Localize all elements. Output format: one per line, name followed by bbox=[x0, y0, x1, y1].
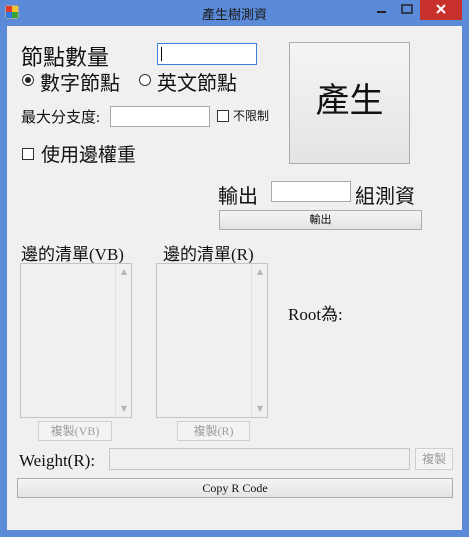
scroll-up-icon[interactable]: ▲ bbox=[252, 265, 268, 279]
scroll-down-icon[interactable]: ▼ bbox=[116, 402, 132, 416]
maximize-icon bbox=[401, 4, 413, 14]
generate-button[interactable]: 產生 bbox=[289, 42, 410, 164]
english-nodes-radio[interactable] bbox=[139, 74, 151, 86]
vb-list-label: 邊的清單(VB) bbox=[21, 245, 124, 264]
scroll-down-icon[interactable]: ▼ bbox=[252, 402, 268, 416]
minimize-icon bbox=[377, 11, 386, 13]
client-area: 節點數量 數字節點 英文節點 最大分支度: 不限制 使用邊權重 產生 輸出 組測… bbox=[7, 26, 462, 530]
r-scrollbar[interactable]: ▲ ▼ bbox=[251, 264, 267, 417]
app-window: 產生樹測資 節點數量 數字節點 英文節點 最大分支度: 不限制 使用邊權重 產生… bbox=[0, 0, 469, 537]
numeric-nodes-radio[interactable] bbox=[22, 74, 34, 86]
radio-selected-dot bbox=[25, 77, 31, 83]
vb-scrollbar[interactable]: ▲ ▼ bbox=[115, 264, 131, 417]
node-count-input[interactable] bbox=[157, 43, 257, 65]
output-button[interactable]: 輸出 bbox=[219, 210, 422, 230]
max-branch-label: 最大分支度: bbox=[21, 110, 101, 126]
scroll-up-icon[interactable]: ▲ bbox=[116, 265, 132, 279]
minimize-button[interactable] bbox=[368, 0, 394, 20]
close-button[interactable] bbox=[420, 0, 462, 20]
vb-edge-listbox[interactable]: ▲ ▼ bbox=[20, 263, 132, 418]
unlimited-label[interactable]: 不限制 bbox=[233, 107, 269, 124]
output-suffix-label: 組測資 bbox=[355, 186, 415, 208]
copy-weight-button[interactable]: 複製 bbox=[415, 448, 453, 470]
title-bar[interactable]: 產生樹測資 bbox=[0, 0, 469, 26]
use-weight-label[interactable]: 使用邊權重 bbox=[41, 140, 136, 167]
close-icon bbox=[436, 4, 446, 14]
maximize-button[interactable] bbox=[394, 0, 420, 20]
copy-r-button[interactable]: 複製(R) bbox=[177, 421, 250, 441]
text-cursor bbox=[161, 47, 162, 61]
weight-input[interactable] bbox=[109, 448, 410, 470]
r-edge-listbox[interactable]: ▲ ▼ bbox=[156, 263, 268, 418]
output-prefix-label: 輸出 bbox=[218, 186, 258, 208]
root-label: Root為: bbox=[288, 305, 343, 324]
english-nodes-label[interactable]: 英文節點 bbox=[157, 67, 237, 96]
max-branch-input[interactable] bbox=[110, 106, 210, 127]
output-count-input[interactable] bbox=[271, 181, 351, 202]
numeric-nodes-label[interactable]: 數字節點 bbox=[40, 67, 120, 96]
weight-label: Weight(R): bbox=[19, 451, 96, 470]
r-list-label: 邊的清單(R) bbox=[163, 245, 254, 264]
unlimited-checkbox[interactable] bbox=[217, 110, 229, 122]
use-weight-checkbox[interactable] bbox=[22, 148, 34, 160]
copy-vb-button[interactable]: 複製(VB) bbox=[38, 421, 112, 441]
copy-r-code-button[interactable]: Copy R Code bbox=[17, 478, 453, 498]
